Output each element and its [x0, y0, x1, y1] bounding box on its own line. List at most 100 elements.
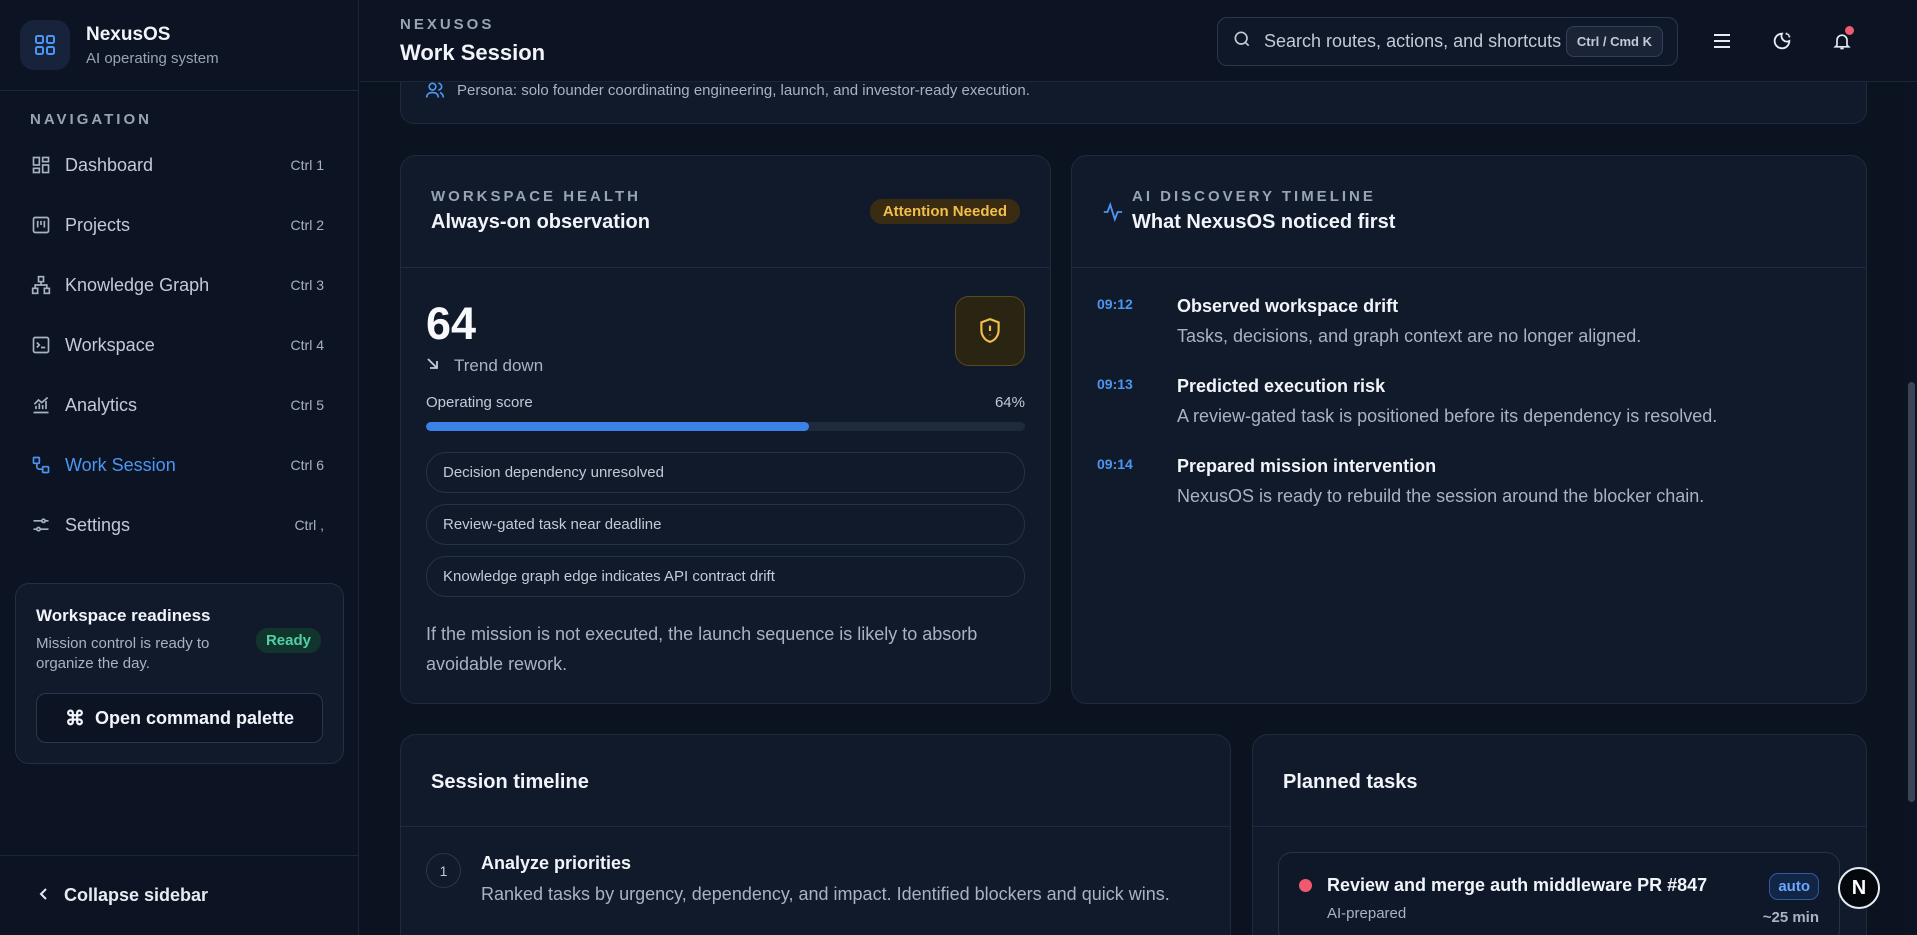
avatar[interactable]: N	[1838, 867, 1880, 909]
card-header: WORKSPACE HEALTH Always-on observation A…	[401, 156, 1050, 268]
open-command-palette-button[interactable]: ⌘ Open command palette	[36, 693, 323, 743]
trend-indicator: Trend down	[426, 356, 543, 376]
operating-score-fill	[426, 422, 810, 431]
nav-label: Projects	[65, 214, 131, 235]
workspace-icon	[30, 334, 52, 356]
scrollbar[interactable]	[1906, 82, 1917, 935]
ai-discovery-card: AI DISCOVERY TIMELINE What NexusOS notic…	[1071, 155, 1867, 704]
nav-shortcut: Ctrl 2	[290, 217, 324, 233]
sidebar-item-dashboard[interactable]: Dashboard Ctrl 1	[22, 143, 332, 187]
nav-label: Work Session	[65, 454, 176, 475]
collapse-label: Collapse sidebar	[64, 885, 209, 905]
analytics-icon	[30, 394, 52, 416]
discovery-title: Observed workspace drift	[1177, 296, 1399, 316]
card-header: AI DISCOVERY TIMELINE What NexusOS notic…	[1072, 156, 1866, 268]
health-note: If the mission is not executed, the laun…	[426, 624, 978, 674]
discovery-time: 09:12	[1097, 296, 1133, 312]
sidebar-item-knowledge-graph[interactable]: Knowledge Graph Ctrl 3	[22, 263, 332, 307]
step-number: 1	[426, 853, 461, 888]
card-title: Planned tasks	[1283, 771, 1418, 793]
chevron-left-icon	[38, 885, 50, 906]
nav-heading: NAVIGATION	[30, 111, 152, 128]
nav-shortcut: Ctrl 5	[290, 397, 324, 413]
discovery-title: Predicted execution risk	[1177, 376, 1386, 396]
operating-score-value: 64%	[994, 394, 1025, 411]
persona-icon	[425, 80, 445, 105]
nav-label: Workspace	[65, 334, 155, 355]
task-subtitle: AI-prepared	[1327, 905, 1407, 922]
bell-icon[interactable]	[1827, 26, 1857, 56]
search-icon	[1232, 29, 1252, 54]
operating-score-bar	[426, 422, 1025, 431]
projects-icon	[30, 214, 52, 236]
readiness-title: Workspace readiness	[36, 606, 211, 625]
card-header: Session timeline	[401, 735, 1230, 827]
nav-label: Analytics	[65, 394, 138, 415]
menu-icon[interactable]	[1707, 26, 1737, 56]
brand-logo-icon	[20, 20, 70, 70]
brand-name: NexusOS	[86, 23, 171, 45]
sidebar: NexusOS AI operating system NAVIGATION D…	[0, 0, 359, 935]
priority-dot	[1299, 879, 1312, 892]
dashboard-icon	[30, 154, 52, 176]
task-title: Review and merge auth middleware PR #847	[1327, 875, 1708, 895]
health-score: 64	[426, 298, 477, 349]
signal-pill[interactable]: Decision dependency unresolved	[426, 452, 1025, 493]
card-header: Planned tasks	[1253, 735, 1866, 827]
scrollbar-thumb[interactable]	[1908, 382, 1915, 802]
readiness-description: Mission control is ready to organize the…	[36, 635, 210, 672]
theme-toggle-icon[interactable]	[1767, 26, 1797, 56]
search-shortcut: Ctrl / Cmd K	[1565, 26, 1663, 57]
sidebar-item-workspace[interactable]: Workspace Ctrl 4	[22, 323, 332, 367]
nav-shortcut: Ctrl 4	[290, 337, 324, 353]
nav-label: Knowledge Graph	[65, 274, 210, 295]
planned-tasks-card: Planned tasks Review and merge auth midd…	[1252, 734, 1867, 935]
nav-shortcut: Ctrl ,	[294, 517, 324, 533]
command-icon: ⌘	[64, 707, 85, 730]
card-title: Always-on observation	[431, 211, 650, 233]
signal-pill[interactable]: Knowledge graph edge indicates API contr…	[426, 556, 1025, 597]
sidebar-item-work-session[interactable]: Work Session Ctrl 6	[22, 443, 332, 487]
search-input[interactable]: Search routes, actions, and shortcuts Ct…	[1217, 17, 1678, 66]
brand-subtitle: AI operating system	[86, 49, 219, 67]
sidebar-item-settings[interactable]: Settings Ctrl ,	[22, 503, 332, 547]
discovery-desc: NexusOS is ready to rebuild the session …	[1177, 486, 1705, 506]
discovery-time: 09:13	[1097, 376, 1133, 392]
signal-pill[interactable]: Review-gated task near deadline	[426, 504, 1025, 545]
nav-label: Settings	[65, 514, 131, 535]
operating-score-label: Operating score	[426, 394, 533, 411]
discovery-desc: Tasks, decisions, and graph context are …	[1177, 326, 1642, 346]
collapse-sidebar-button[interactable]: Collapse sidebar	[0, 855, 359, 935]
nav-label: Dashboard	[65, 154, 154, 175]
persona-text: Persona: solo founder coordinating engin…	[457, 82, 1030, 99]
card-title: What NexusOS noticed first	[1132, 211, 1396, 233]
status-badge: Ready	[255, 628, 321, 653]
settings-icon	[30, 514, 52, 536]
notification-dot	[1845, 26, 1854, 35]
discovery-time: 09:14	[1097, 456, 1133, 472]
activity-icon	[1102, 201, 1124, 228]
work-session-icon	[30, 454, 52, 476]
nav-shortcut: Ctrl 3	[290, 277, 324, 293]
sidebar-item-projects[interactable]: Projects Ctrl 2	[22, 203, 332, 247]
task-estimate: ~25 min	[1762, 909, 1819, 926]
graph-icon	[30, 274, 52, 296]
status-badge: Attention Needed	[869, 199, 1020, 224]
task-badge: auto	[1769, 873, 1819, 900]
step-desc: Ranked tasks by urgency, dependency, and…	[481, 884, 1170, 904]
task-item[interactable]: Review and merge auth middleware PR #847…	[1278, 852, 1840, 935]
arrow-down-right-icon	[426, 356, 440, 376]
card-title: Session timeline	[431, 771, 589, 793]
step-title: Analyze priorities	[481, 853, 632, 873]
nav-shortcut: Ctrl 6	[290, 457, 324, 473]
discovery-desc: A review-gated task is positioned before…	[1177, 406, 1718, 426]
workspace-readiness-card: Workspace readiness Mission control is r…	[15, 583, 344, 764]
discovery-title: Prepared mission intervention	[1177, 456, 1437, 476]
card-eyebrow: AI DISCOVERY TIMELINE	[1132, 188, 1376, 205]
brand[interactable]: NexusOS AI operating system	[0, 0, 358, 91]
sidebar-item-analytics[interactable]: Analytics Ctrl 5	[22, 383, 332, 427]
session-timeline-card: Session timeline 1 Analyze priorities Ra…	[400, 734, 1231, 935]
page-title: Work Session	[400, 40, 546, 65]
trend-label: Trend down	[454, 356, 544, 375]
workspace-health-card: WORKSPACE HEALTH Always-on observation A…	[400, 155, 1051, 704]
